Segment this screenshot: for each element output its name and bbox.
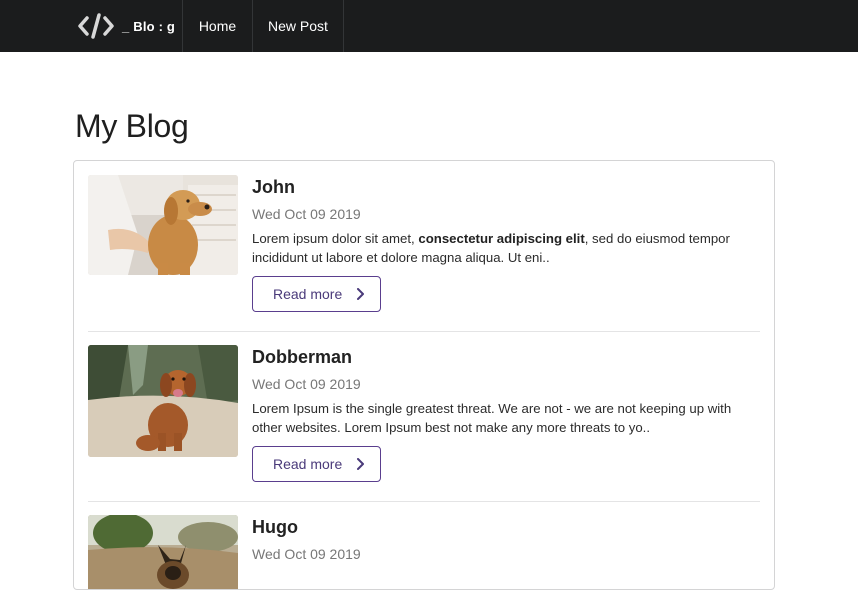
page-title: My Blog — [75, 108, 189, 144]
post-thumbnail[interactable] — [88, 515, 238, 589]
post-item: Hugo Wed Oct 09 2019 — [88, 515, 760, 589]
post-title[interactable]: John — [252, 176, 760, 198]
excerpt-text: Lorem ipsum dolor sit amet, — [252, 231, 419, 246]
post-excerpt: Lorem ipsum dolor sit amet, consectetur … — [252, 229, 760, 267]
post-list-card: John Wed Oct 09 2019 Lorem ipsum dolor s… — [73, 160, 775, 590]
post-content: Dobberman Wed Oct 09 2019 Lorem Ipsum is… — [252, 345, 760, 482]
post-title[interactable]: Hugo — [252, 516, 760, 538]
read-more-label: Read more — [273, 456, 343, 472]
excerpt-bold-text: consectetur adipiscing elit — [418, 231, 585, 246]
nav-home[interactable]: Home — [183, 0, 253, 52]
post-content: Hugo Wed Oct 09 2019 — [252, 515, 760, 563]
post-item: John Wed Oct 09 2019 Lorem ipsum dolor s… — [88, 175, 760, 315]
post-excerpt: Lorem Ipsum is the single greatest threa… — [252, 399, 760, 437]
read-more-button[interactable]: Read more — [252, 446, 381, 482]
post-divider — [88, 331, 760, 332]
brown-dog-photo — [88, 345, 238, 457]
post-date: Wed Oct 09 2019 — [252, 546, 361, 562]
post-date: Wed Oct 09 2019 — [252, 376, 361, 392]
brand-link[interactable]: _ Blo : g — [78, 0, 183, 52]
post-divider — [88, 501, 760, 502]
post-item: Dobberman Wed Oct 09 2019 Lorem Ipsum is… — [88, 345, 760, 485]
post-thumbnail[interactable] — [88, 175, 238, 275]
chevron-right-icon — [356, 288, 366, 300]
excerpt-text: Lorem Ipsum is the single greatest threa… — [252, 401, 732, 435]
post-title[interactable]: Dobberman — [252, 346, 760, 368]
post-thumbnail[interactable] — [88, 345, 238, 457]
german-shepherd-photo — [88, 515, 238, 589]
golden-retriever-photo — [88, 175, 238, 275]
brand-text: _ Blo : g — [122, 18, 176, 34]
read-more-label: Read more — [273, 286, 343, 302]
post-content: John Wed Oct 09 2019 Lorem ipsum dolor s… — [252, 175, 760, 312]
read-more-button[interactable]: Read more — [252, 276, 381, 312]
top-navbar: _ Blo : g Home New Post — [0, 0, 858, 52]
code-brackets-icon — [78, 12, 114, 40]
chevron-right-icon — [356, 458, 366, 470]
post-date: Wed Oct 09 2019 — [252, 206, 361, 222]
nav-new-post[interactable]: New Post — [253, 0, 344, 52]
